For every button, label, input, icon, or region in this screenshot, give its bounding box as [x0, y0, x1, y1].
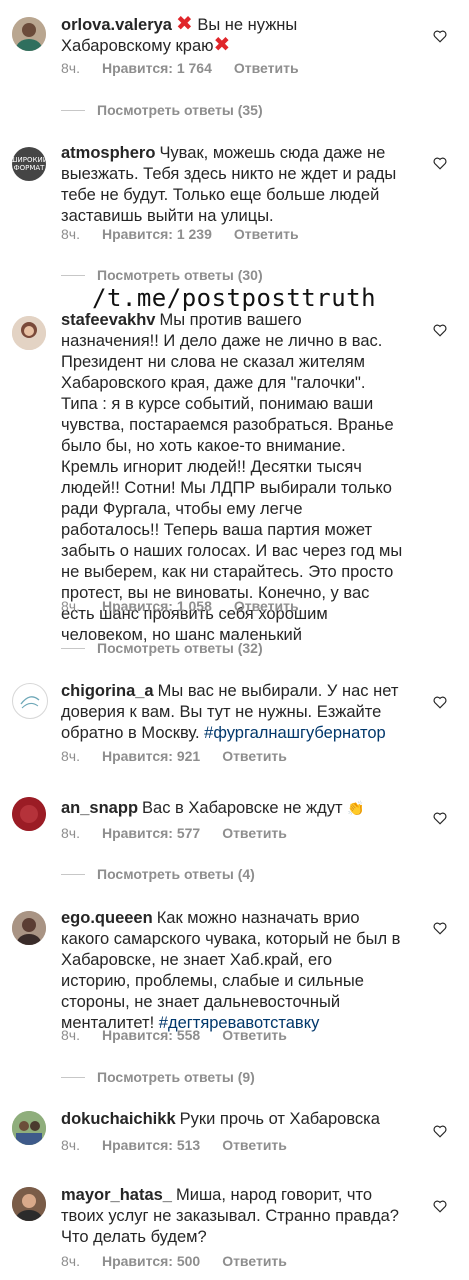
reply-button[interactable]: Ответить: [222, 1027, 287, 1043]
heart-icon[interactable]: [433, 324, 447, 337]
divider: [61, 1076, 85, 1078]
avatar[interactable]: [12, 316, 46, 350]
reply-button[interactable]: Ответить: [222, 748, 287, 764]
likes-count[interactable]: Нравится: 513: [102, 1137, 200, 1153]
comment-meta: 8ч. Нравится: 513 Ответить: [61, 1137, 287, 1153]
likes-count[interactable]: Нравится: 921: [102, 748, 200, 764]
view-replies-button[interactable]: Посмотреть ответы (35): [61, 102, 263, 118]
heart-icon[interactable]: [433, 157, 447, 170]
comment-text: ego.queeen Как можно назначать врио каког…: [61, 909, 401, 1032]
avatar[interactable]: [12, 797, 46, 831]
reply-button[interactable]: Ответить: [234, 60, 299, 76]
likes-count[interactable]: Нравится: 500: [102, 1253, 200, 1269]
likes-count[interactable]: Нравится: 1 764: [102, 60, 212, 76]
profile-photo-icon: [12, 797, 46, 831]
likes-count[interactable]: Нравится: 1 239: [102, 226, 212, 242]
timestamp: 8ч.: [61, 1137, 80, 1153]
comment-text: mayor_hatas_ Миша, народ говорит, что тво…: [61, 1186, 399, 1246]
reply-button[interactable]: Ответить: [234, 598, 299, 614]
username[interactable]: dokuchaichikk: [61, 1110, 176, 1128]
comment-meta: 8ч. Нравится: 1 058 Ответить: [61, 598, 299, 614]
comment-text: atmosphero Чувак, можешь сюда даже не вые…: [61, 144, 397, 225]
heart-icon[interactable]: [433, 30, 447, 43]
avatar[interactable]: [12, 911, 46, 945]
view-replies-button[interactable]: Посмотреть ответы (30): [61, 267, 263, 283]
avatar[interactable]: [12, 683, 48, 719]
likes-count[interactable]: Нравится: 1 058: [102, 598, 212, 614]
divider: [61, 109, 85, 111]
comment-text: orlova.valerya ✖ Вы не нужны Хабаровскому…: [61, 13, 298, 56]
watermark: /t.me/postposttruth: [92, 284, 377, 312]
view-replies-button[interactable]: Посмотреть ответы (32): [61, 640, 263, 656]
avatar[interactable]: [12, 1111, 46, 1145]
comment-meta: 8ч. Нравится: 500 Ответить: [61, 1253, 287, 1269]
username[interactable]: stafeevakhv: [61, 311, 155, 329]
view-replies-button[interactable]: Посмотреть ответы (4): [61, 866, 255, 882]
profile-photo-icon: [12, 1111, 46, 1145]
red-cross-icon: ✖: [213, 34, 231, 56]
timestamp: 8ч.: [61, 748, 80, 764]
timestamp: 8ч.: [61, 226, 80, 242]
comment-meta: 8ч. Нравится: 558 Ответить: [61, 1027, 287, 1043]
comment-text: dokuchaichikk Руки прочь от Хабаровска: [61, 1110, 380, 1128]
comment-text: an_snapp Вас в Хабаровске не ждут 👏: [61, 799, 365, 817]
timestamp: 8ч.: [61, 825, 80, 841]
timestamp: 8ч.: [61, 1253, 80, 1269]
comment-meta: 8ч. Нравится: 921 Ответить: [61, 748, 287, 764]
reply-button[interactable]: Ответить: [222, 1137, 287, 1153]
avatar[interactable]: ШИРОКИЙ ФОРМАТ: [12, 147, 46, 181]
timestamp: 8ч.: [61, 1027, 80, 1043]
view-replies-button[interactable]: Посмотреть ответы (9): [61, 1069, 255, 1085]
comment-meta: 8ч. Нравится: 1 239 Ответить: [61, 226, 299, 242]
divider: [61, 274, 85, 276]
heart-icon[interactable]: [433, 812, 447, 825]
username[interactable]: atmosphero: [61, 144, 155, 162]
reply-button[interactable]: Ответить: [234, 226, 299, 242]
profile-photo-icon: [12, 17, 46, 51]
logo-icon: [20, 696, 40, 709]
comment-meta: 8ч. Нравится: 577 Ответить: [61, 825, 287, 841]
heart-icon[interactable]: [433, 696, 447, 709]
username[interactable]: chigorina_a: [61, 682, 154, 700]
timestamp: 8ч.: [61, 60, 80, 76]
avatar[interactable]: [12, 1187, 46, 1221]
username[interactable]: mayor_hatas_: [61, 1186, 172, 1204]
profile-photo-icon: [12, 911, 46, 945]
heart-icon[interactable]: [433, 1200, 447, 1213]
reply-button[interactable]: Ответить: [222, 825, 287, 841]
divider: [61, 873, 85, 875]
username[interactable]: ego.queeen: [61, 909, 153, 927]
comment-meta: 8ч. Нравится: 1 764 Ответить: [61, 60, 299, 76]
username[interactable]: orlova.valerya: [61, 16, 172, 34]
avatar-logo-text: ШИРОКИЙ ФОРМАТ: [12, 156, 46, 172]
username[interactable]: an_snapp: [61, 799, 138, 817]
likes-count[interactable]: Нравится: 577: [102, 825, 200, 841]
profile-photo-icon: [12, 1187, 46, 1221]
reply-button[interactable]: Ответить: [222, 1253, 287, 1269]
avatar[interactable]: [12, 17, 46, 51]
heart-icon[interactable]: [433, 1125, 447, 1138]
comment-text: stafeevakhv Мы против вашего назначения!!…: [61, 311, 403, 644]
timestamp: 8ч.: [61, 598, 80, 614]
red-cross-icon: ✖: [176, 13, 193, 35]
likes-count[interactable]: Нравится: 558: [102, 1027, 200, 1043]
divider: [61, 647, 85, 649]
clapping-hands-icon: 👏: [347, 800, 365, 816]
comment-text: chigorina_a Мы вас не выбирали. У нас нет…: [61, 682, 399, 742]
hashtag-link[interactable]: #фургалнашгубернатор: [204, 724, 386, 742]
profile-photo-icon: [12, 316, 46, 350]
heart-icon[interactable]: [433, 922, 447, 935]
